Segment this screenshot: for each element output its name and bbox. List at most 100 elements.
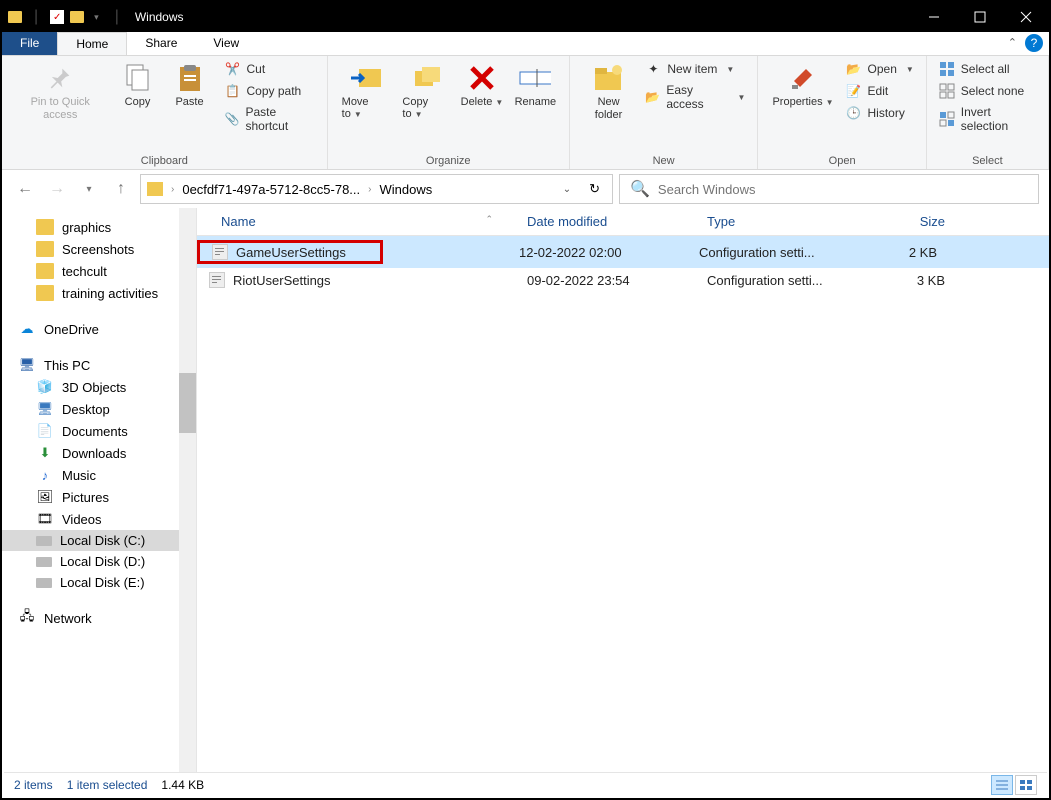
sidebar-scrollbar-thumb[interactable] xyxy=(179,373,196,433)
breadcrumb-2[interactable]: Windows xyxy=(379,182,432,197)
chevron-right-icon[interactable]: › xyxy=(364,184,375,195)
edit-button[interactable]: 📝Edit xyxy=(844,82,916,100)
column-headers: Name⌃ Date modified Type Size xyxy=(197,208,1049,236)
sidebar-item-diskc[interactable]: Local Disk (C:) xyxy=(2,530,196,551)
column-type[interactable]: Type xyxy=(697,214,855,229)
column-size[interactable]: Size xyxy=(855,214,955,229)
sort-caret-icon: ⌃ xyxy=(485,214,493,229)
paste-button[interactable]: Paste xyxy=(167,60,213,110)
new-folder-button[interactable]: New folder xyxy=(580,60,638,124)
tab-file[interactable]: File xyxy=(2,32,57,55)
sidebar-item-screenshots[interactable]: Screenshots xyxy=(2,238,196,260)
copy-path-icon: 📋 xyxy=(225,83,241,99)
copy-button[interactable]: Copy xyxy=(115,60,161,110)
column-name[interactable]: Name⌃ xyxy=(197,214,517,229)
search-icon: 🔍 xyxy=(630,179,650,199)
sidebar-item-3dobjects[interactable]: 🧊3D Objects xyxy=(2,376,196,398)
drive-icon xyxy=(36,536,52,546)
sidebar-item-documents[interactable]: 📄Documents xyxy=(2,420,196,442)
sidebar-item-onedrive[interactable]: ☁OneDrive xyxy=(2,318,196,340)
address-bar[interactable]: › 0ecfdf71-497a-5712-8cc5-78... › Window… xyxy=(140,174,613,204)
sidebar-item-diske[interactable]: Local Disk (E:) xyxy=(2,572,196,593)
view-thumbnails-button[interactable] xyxy=(1015,775,1037,795)
tab-home[interactable]: Home xyxy=(57,32,127,55)
sidebar-item-pictures[interactable]: 🖼Pictures xyxy=(2,486,196,508)
thispc-icon: 🖥 xyxy=(18,357,36,373)
file-row[interactable]: RiotUserSettings 09-02-2022 23:54 Config… xyxy=(197,268,1049,292)
sidebar-item-training[interactable]: training activities xyxy=(2,282,196,304)
easy-access-button[interactable]: 📂Easy access▼ xyxy=(643,82,747,112)
column-date[interactable]: Date modified xyxy=(517,214,697,229)
folder-icon xyxy=(36,219,54,235)
tab-share[interactable]: Share xyxy=(127,32,195,55)
back-button[interactable]: ← xyxy=(12,176,38,202)
cut-button[interactable]: ✂️Cut xyxy=(223,60,317,78)
ribbon: Pin to Quick access Copy Paste ✂️Cut 📋Co… xyxy=(2,56,1049,170)
open-button[interactable]: 📂Open▼ xyxy=(844,60,916,78)
copy-to-button[interactable]: Copy to▼ xyxy=(398,60,452,122)
sidebar-item-desktop[interactable]: 🖥Desktop xyxy=(2,398,196,420)
file-date: 09-02-2022 23:54 xyxy=(517,273,697,288)
refresh-button[interactable]: ↻ xyxy=(583,181,606,197)
collapse-ribbon-icon[interactable]: ⌃ xyxy=(1008,36,1017,49)
paste-shortcut-icon: 📎 xyxy=(225,111,240,127)
sidebar-item-techcult[interactable]: techcult xyxy=(2,260,196,282)
move-to-button[interactable]: Move to▼ xyxy=(338,60,393,122)
sidebar-item-downloads[interactable]: ⬇Downloads xyxy=(2,442,196,464)
videos-icon: 🎞 xyxy=(36,511,54,527)
paste-icon xyxy=(174,62,206,94)
new-item-button[interactable]: ✦New item▼ xyxy=(643,60,747,78)
documents-icon: 📄 xyxy=(36,423,54,439)
status-selected-count: 1 item selected xyxy=(67,778,148,792)
cut-icon: ✂️ xyxy=(225,61,241,77)
up-button[interactable]: ↑ xyxy=(108,176,134,202)
search-input[interactable] xyxy=(658,182,1028,197)
properties-icon[interactable]: ✓ xyxy=(50,10,64,24)
copy-path-button[interactable]: 📋Copy path xyxy=(223,82,317,100)
file-size: 3 KB xyxy=(855,273,955,288)
help-button[interactable]: ? xyxy=(1025,34,1043,52)
minimize-button[interactable] xyxy=(911,2,957,32)
breadcrumb-1[interactable]: 0ecfdf71-497a-5712-8cc5-78... xyxy=(182,182,360,197)
history-button[interactable]: 🕒History xyxy=(844,104,916,122)
pictures-icon: 🖼 xyxy=(36,489,54,505)
edit-icon: 📝 xyxy=(846,83,862,99)
file-row[interactable]: GameUserSettings 12-02-2022 02:00 Config… xyxy=(197,236,1049,268)
sidebar-item-videos[interactable]: 🎞Videos xyxy=(2,508,196,530)
group-label-clipboard: Clipboard xyxy=(12,153,317,167)
paste-shortcut-button[interactable]: 📎Paste shortcut xyxy=(223,104,317,134)
newfolder-icon[interactable] xyxy=(70,11,84,23)
tab-view[interactable]: View xyxy=(195,32,257,55)
search-box[interactable]: 🔍 xyxy=(619,174,1039,204)
chevron-right-icon[interactable]: › xyxy=(167,184,178,195)
file-name: RiotUserSettings xyxy=(233,273,517,288)
forward-button[interactable]: → xyxy=(44,176,70,202)
view-details-button[interactable] xyxy=(991,775,1013,795)
pin-to-quick-access-button[interactable]: Pin to Quick access xyxy=(12,60,109,124)
new-item-icon: ✦ xyxy=(645,61,661,77)
delete-button[interactable]: Delete▼ xyxy=(458,60,506,110)
qa-dropdown-icon[interactable]: ▾ xyxy=(90,12,103,23)
window-title: Windows xyxy=(131,10,184,24)
properties-button[interactable]: Properties▼ xyxy=(768,60,837,110)
file-type: Configuration setti... xyxy=(689,245,847,260)
copy-to-icon xyxy=(409,62,441,94)
navigation-bar: ← → ▾ ↑ › 0ecfdf71-497a-5712-8cc5-78... … xyxy=(2,170,1049,208)
sidebar-item-music[interactable]: ♪Music xyxy=(2,464,196,486)
group-label-select: Select xyxy=(937,153,1038,167)
select-all-button[interactable]: Select all xyxy=(937,60,1038,78)
sidebar-scrollbar[interactable] xyxy=(179,208,196,772)
title-bar: | ✓ ▾ | Windows xyxy=(2,2,1049,32)
sidebar-item-graphics[interactable]: graphics xyxy=(2,216,196,238)
invert-selection-button[interactable]: Invert selection xyxy=(937,104,1038,134)
recent-dropdown[interactable]: ▾ xyxy=(76,176,102,202)
music-icon: ♪ xyxy=(36,467,54,483)
rename-button[interactable]: Rename xyxy=(512,60,559,110)
sidebar-item-network[interactable]: 🖧Network xyxy=(2,607,196,629)
maximize-button[interactable] xyxy=(957,2,1003,32)
close-button[interactable] xyxy=(1003,2,1049,32)
sidebar-item-thispc[interactable]: 🖥This PC xyxy=(2,354,196,376)
select-none-button[interactable]: Select none xyxy=(937,82,1038,100)
address-dropdown-icon[interactable]: ⌄ xyxy=(555,184,579,195)
sidebar-item-diskd[interactable]: Local Disk (D:) xyxy=(2,551,196,572)
